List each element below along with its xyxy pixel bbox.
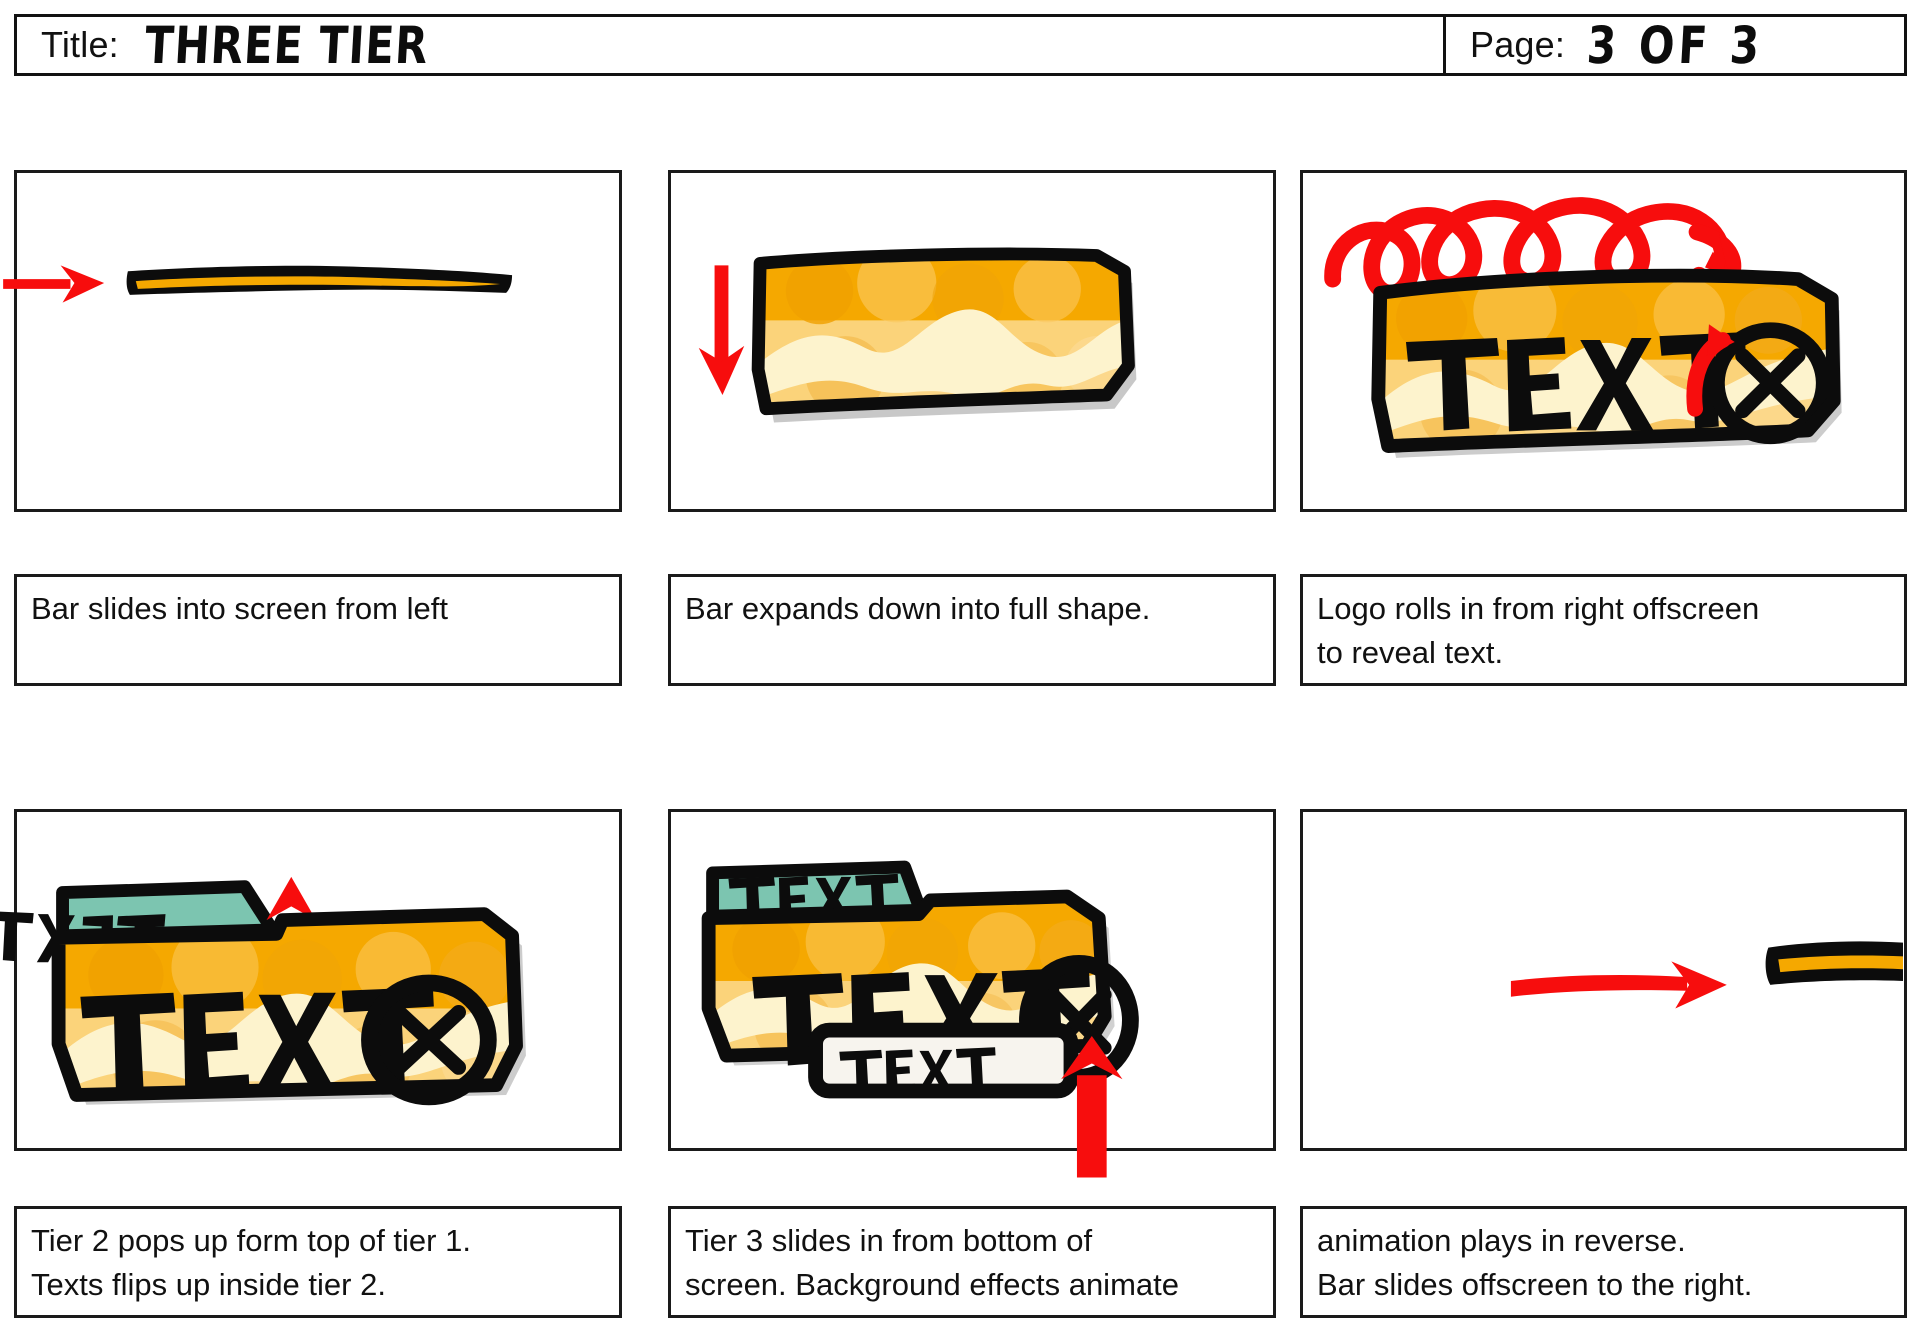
frame-3-caption: Logo rolls in from right offscreen to re… [1300, 574, 1907, 686]
caption-line: Tier 3 slides in from bottom of [685, 1223, 1093, 1258]
caption-line: Bar expands down into full shape. [685, 591, 1151, 626]
storyboard-header: Title: THREE TIER Page: 3 OF 3 [14, 14, 1907, 76]
caption-line: Bar slides into screen from left [31, 591, 448, 626]
caption-line: animation plays in reverse. [1317, 1223, 1686, 1258]
caption-line: to reveal text. [1317, 635, 1504, 671]
title-field[interactable]: Title: THREE TIER [17, 17, 1446, 73]
storyboard-page: Title: THREE TIER Page: 3 OF 3 Bar slide… [0, 0, 1920, 1327]
storyboard-frame-4[interactable] [0, 809, 622, 1151]
thin-black-bar [126, 265, 513, 295]
storyboard-frame-1[interactable] [3, 170, 622, 512]
frame-5-caption: Tier 3 slides in from bottom of screen. … [668, 1206, 1276, 1318]
red-arrow-right-icon [3, 265, 105, 303]
red-arrow-down-icon [698, 265, 745, 396]
red-arrow-right-icon [1510, 961, 1727, 1009]
title-value: THREE TIER [143, 17, 431, 73]
frame-6-art [1303, 812, 1904, 1148]
page-field[interactable]: Page: 3 OF 3 [1446, 17, 1904, 73]
storyboard-frame-6[interactable] [1300, 809, 1907, 1151]
white-tier-3 [808, 1022, 1079, 1099]
frame-2-art [671, 173, 1273, 509]
frame-5-art [671, 812, 1273, 1178]
page-value: 3 OF 3 [1585, 17, 1765, 73]
caption-line: Bar slides offscreen to the right. [1317, 1267, 1753, 1303]
frame-1-caption: Bar slides into screen from left [14, 574, 622, 686]
frame-2-caption: Bar expands down into full shape. [668, 574, 1276, 686]
frame-1-art [3, 173, 619, 509]
thin-black-bar-exiting [1765, 941, 1904, 985]
storyboard-frame-2[interactable] [668, 170, 1276, 512]
storyboard-frame-5[interactable] [668, 809, 1276, 1178]
caption-line: Texts flips up inside tier 2. [31, 1267, 386, 1303]
storyboard-frame-3[interactable] [1300, 170, 1907, 512]
frame-3-art [1303, 173, 1904, 509]
frame-6-caption: animation plays in reverse. Bar slides o… [1300, 1206, 1907, 1318]
frame-4-caption: Tier 2 pops up form top of tier 1. Texts… [14, 1206, 622, 1318]
title-label: Title: [41, 24, 119, 65]
page-label: Page: [1470, 24, 1566, 65]
caption-line: Tier 2 pops up form top of tier 1. [31, 1223, 471, 1258]
caption-line: screen. Background effects animate [685, 1267, 1179, 1303]
caption-line: Logo rolls in from right offscreen [1317, 591, 1760, 626]
frame-4-art [0, 812, 619, 1148]
